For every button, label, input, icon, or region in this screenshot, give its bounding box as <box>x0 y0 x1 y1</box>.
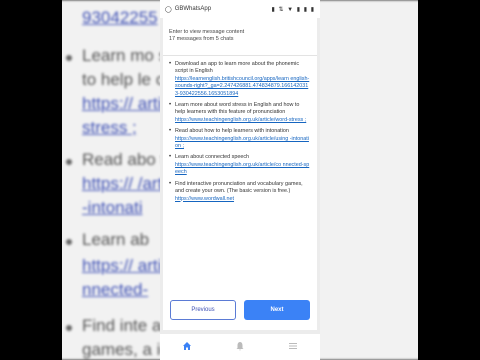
bullet-icon: • <box>169 154 172 161</box>
background-line: Learn ab <box>82 230 150 249</box>
message-list: • Download an app to learn more about th… <box>163 56 317 203</box>
left-letterbox <box>0 0 62 360</box>
list-item: • Learn about connected speech https://w… <box>169 154 311 176</box>
item-link[interactable]: https://learnenglish.britishcouncil.org/… <box>175 76 311 98</box>
header-line-2: 17 messages from 5 chats <box>169 36 234 42</box>
right-letterbox <box>418 0 480 360</box>
background-bullet <box>66 325 72 331</box>
home-icon[interactable] <box>182 338 192 356</box>
item-text: Read about how to help learners with int… <box>175 128 289 135</box>
pager-buttons: Previous Next <box>170 300 310 320</box>
list-item: • Find interactive pronunciation and voc… <box>169 181 311 203</box>
status-icons: ▮ ⇅ ▼ ▮ ▮ ▮ <box>271 6 315 13</box>
background-line: 93042255 <box>82 8 158 27</box>
phone-screen: ◯ GBWhatsApp ▮ ⇅ ▼ ▮ ▮ ▮ Enter to view m… <box>160 0 320 360</box>
bullet-icon: • <box>169 61 172 67</box>
screen: 93042255Learn mo sh and howto help le on… <box>0 0 480 360</box>
header-line-1: Enter to view message content <box>169 29 245 35</box>
background-line: nnected- <box>82 280 149 299</box>
background-line: stress ; <box>82 118 137 137</box>
item-text: Download an app to learn more about the … <box>175 61 300 75</box>
whatsapp-icon: ◯ <box>165 6 172 13</box>
background-line: -intonati <box>82 198 143 217</box>
item-link[interactable]: https://www.teachingenglish.org.uk/artic… <box>175 162 311 177</box>
item-link[interactable]: https://www.wordwall.net <box>175 196 311 203</box>
item-text: Find interactive pronunciation and vocab… <box>175 180 303 195</box>
message-card: Enter to view message content 17 message… <box>163 18 317 330</box>
list-item: • Download an app to learn more about th… <box>169 61 311 98</box>
bullet-icon: • <box>169 180 172 187</box>
item-link[interactable]: https://www.teachingenglish.org.uk/artic… <box>175 136 311 151</box>
status-app-name: GBWhatsApp <box>174 6 212 12</box>
next-button[interactable]: Next <box>244 300 310 320</box>
bottom-nav <box>160 334 320 360</box>
background-bullet <box>66 159 72 165</box>
card-header: Enter to view message content 17 message… <box>163 18 317 56</box>
background-bullet <box>66 55 72 61</box>
background-bullet <box>66 239 72 245</box>
item-link[interactable]: https://www.teachingenglish.org.uk/artic… <box>175 117 311 124</box>
status-bar: ◯ GBWhatsApp ▮ ⇅ ▼ ▮ ▮ ▮ <box>160 0 320 18</box>
previous-button[interactable]: Previous <box>170 300 236 320</box>
item-text: Learn about connected speech <box>175 154 250 161</box>
bell-icon[interactable] <box>235 338 245 356</box>
item-text: Learn more about word stress in English … <box>175 102 300 116</box>
list-item: • Learn more about word stress in Englis… <box>169 102 311 124</box>
bullet-icon: • <box>169 128 172 135</box>
menu-icon[interactable] <box>288 338 298 356</box>
bullet-icon: • <box>169 102 172 109</box>
list-item: • Read about how to help learners with i… <box>169 128 311 150</box>
